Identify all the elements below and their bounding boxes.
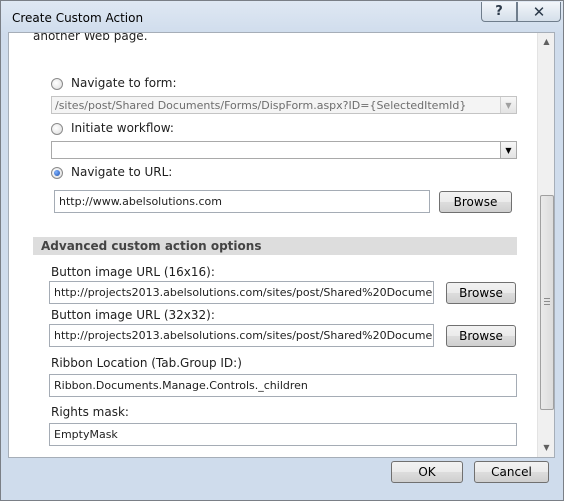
vertical-scrollbar[interactable]: ▲ ▼ [537,33,554,457]
partial-description-text: another Web page. [33,33,148,43]
help-button[interactable]: ? [481,2,517,22]
url-input[interactable]: http://www.abelsolutions.com [54,190,430,213]
initiate-workflow-radio[interactable] [51,123,63,135]
create-custom-action-dialog: Create Custom Action ? ✕ another Web pag… [0,0,564,501]
navigate-to-form-radio[interactable] [51,78,63,90]
dialog-content: another Web page. Navigate to form: /sit… [8,32,555,458]
rights-mask-label: Rights mask: [51,405,129,419]
button-image-16-browse-button[interactable]: Browse [446,282,516,304]
initiate-workflow-label: Initiate workflow: [71,121,174,135]
scroll-down-arrow-icon[interactable]: ▼ [538,439,554,456]
button-image-16-value: http://projects2013.abelsolutions.com/si… [54,286,434,299]
ok-button[interactable]: OK [391,461,463,483]
close-button[interactable]: ✕ [517,2,561,22]
scroll-up-arrow-icon[interactable]: ▲ [538,33,554,50]
navigate-to-url-radio[interactable] [51,167,63,179]
button-image-16-label: Button image URL (16x16): [51,265,215,279]
scrollable-form-area: another Web page. Navigate to form: /sit… [9,33,537,457]
form-select: /sites/post/Shared Documents/Forms/DispF… [51,96,517,114]
dialog-title: Create Custom Action [12,11,144,25]
button-image-32-label: Button image URL (32x32): [51,308,215,322]
grip-line [544,301,550,302]
chevron-down-icon: ▼ [500,97,516,113]
advanced-options-heading: Advanced custom action options [33,237,517,255]
advanced-options-heading-text: Advanced custom action options [41,239,262,253]
chevron-down-icon[interactable]: ▼ [500,142,516,158]
ribbon-location-input[interactable]: Ribbon.Documents.Manage.Controls._childr… [49,374,517,397]
url-input-value: http://www.abelsolutions.com [59,195,223,208]
button-image-32-input[interactable]: http://projects2013.abelsolutions.com/si… [49,324,434,347]
url-browse-button[interactable]: Browse [439,191,512,213]
grip-line [544,304,550,305]
radio-selected-dot [54,170,60,176]
navigate-to-url-label: Navigate to URL: [71,165,173,179]
rights-mask-value: EmptyMask [54,428,118,441]
ribbon-location-label: Ribbon Location (Tab.Group ID:) [51,356,242,370]
button-image-16-input[interactable]: http://projects2013.abelsolutions.com/si… [49,281,434,304]
form-select-value: /sites/post/Shared Documents/Forms/DispF… [55,99,467,112]
button-image-32-value: http://projects2013.abelsolutions.com/si… [54,329,434,342]
workflow-select[interactable]: ▼ [51,141,517,159]
navigate-to-form-label: Navigate to form: [71,76,177,90]
scrollbar-thumb[interactable] [540,195,554,410]
ribbon-location-value: Ribbon.Documents.Manage.Controls._childr… [54,379,308,392]
grip-line [544,298,550,299]
rights-mask-input[interactable]: EmptyMask [49,423,517,446]
cancel-button[interactable]: Cancel [474,461,549,483]
button-image-32-browse-button[interactable]: Browse [446,325,516,347]
